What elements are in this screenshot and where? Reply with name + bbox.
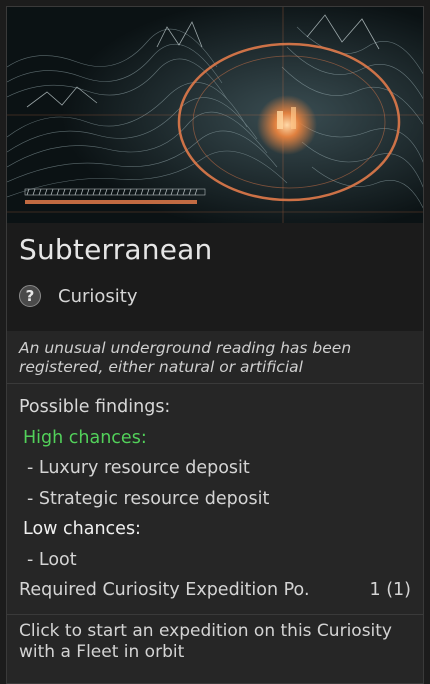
title-band: Subterranean ? Curiosity: [7, 223, 423, 331]
curiosity-title: Subterranean: [19, 233, 213, 266]
question-mark-icon: ?: [19, 285, 41, 307]
low-chance-item: - Loot: [27, 549, 77, 570]
low-chances-label: Low chances:: [23, 519, 141, 539]
requirement-label: Required Curiosity Expedition Po.: [19, 580, 310, 600]
curiosity-description: An unusual underground reading has been …: [7, 331, 423, 384]
category-row: ? Curiosity: [19, 285, 137, 307]
requirement-value: 1 (1): [369, 580, 412, 600]
curiosity-tooltip-panel: Subterranean ? Curiosity An unusual unde…: [6, 6, 424, 684]
high-chance-item: - Strategic resource deposit: [27, 488, 270, 509]
findings-section: Possible findings: High chances: - Luxur…: [7, 384, 423, 606]
expedition-hint: Click to start an expedition on this Cur…: [19, 620, 392, 662]
curiosity-banner-image: [7, 7, 423, 223]
high-chance-item: - Luxury resource deposit: [27, 458, 250, 478]
high-chances-label: High chances:: [23, 427, 147, 448]
findings-heading: Possible findings:: [19, 397, 171, 417]
category-label: Curiosity: [58, 285, 138, 307]
requirement-row: Required Curiosity Expedition Po. 1 (1): [19, 575, 411, 606]
